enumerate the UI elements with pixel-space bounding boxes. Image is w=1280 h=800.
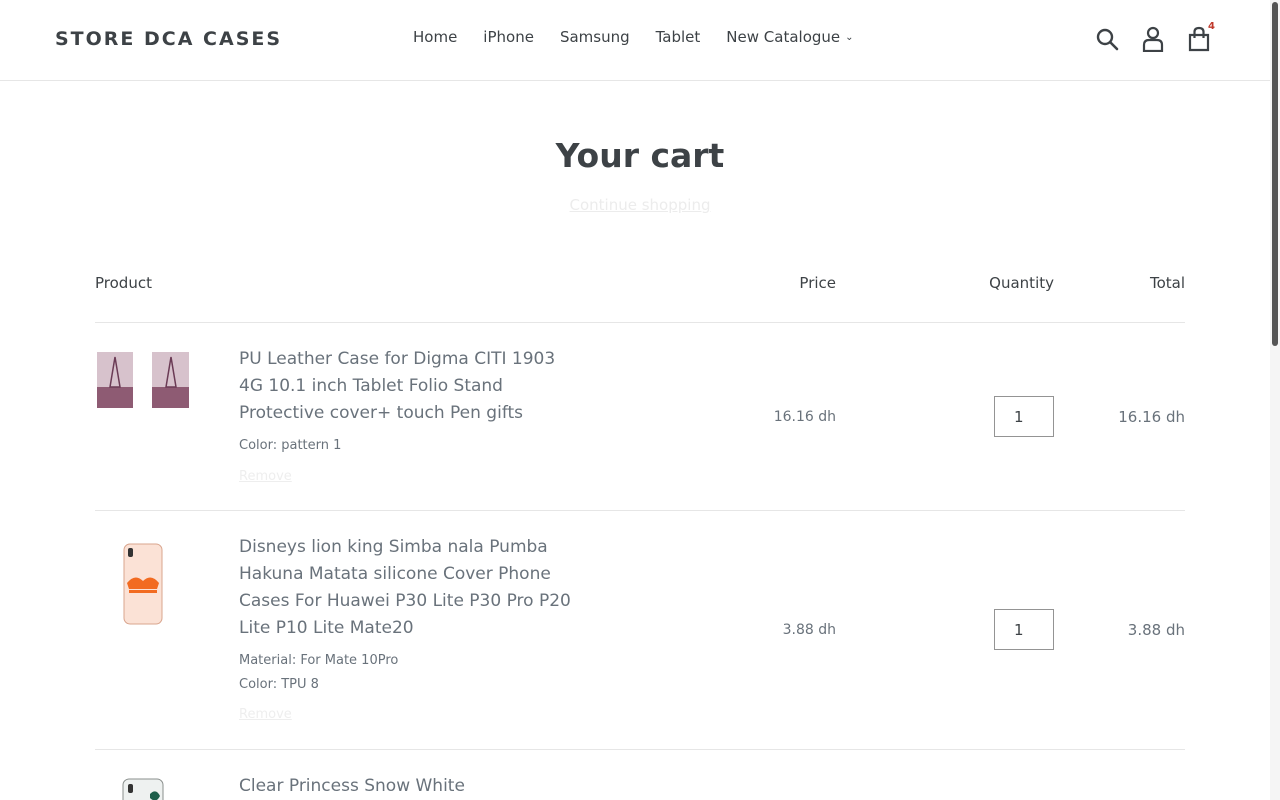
item-price: 16.16 dh (773, 409, 836, 425)
main-nav: Home iPhone Samsung Tablet New Catalogue… (400, 28, 867, 46)
search-icon[interactable] (1094, 24, 1120, 54)
remove-link[interactable]: Remove (239, 469, 292, 484)
vertical-scrollbar[interactable] (1270, 0, 1280, 800)
quantity-input[interactable] (994, 609, 1054, 650)
cart-row: PU Leather Case for Digma CITI 1903 4G 1… (95, 323, 1185, 511)
cart-row: Clear Princess Snow White (95, 750, 1185, 800)
account-icon[interactable] (1140, 24, 1166, 54)
cart-row: Disneys lion king Simba nala Pumba Hakun… (95, 511, 1185, 750)
product-title[interactable]: PU Leather Case for Digma CITI 1903 4G 1… (239, 346, 579, 427)
nav-tablet[interactable]: Tablet (643, 28, 714, 46)
cart-count-badge: 4 (1208, 21, 1215, 32)
product-image[interactable] (95, 778, 190, 800)
cart-icon[interactable]: 4 (1186, 21, 1215, 54)
header-total: Total (1149, 274, 1185, 292)
product-image[interactable] (95, 543, 190, 625)
product-option: Color: pattern 1 (239, 438, 342, 453)
header-icons: 4 (1094, 21, 1215, 54)
nav-iphone[interactable]: iPhone (470, 28, 547, 46)
quantity-input[interactable] (994, 396, 1054, 437)
product-option: Color: TPU 8 (239, 677, 319, 692)
nav-new-catalogue-label: New Catalogue (726, 28, 841, 46)
store-logo[interactable]: STORE DCA CASES (55, 28, 282, 50)
item-price: 3.88 dh (782, 622, 836, 638)
remove-link[interactable]: Remove (239, 707, 292, 722)
header-product: Product (95, 274, 152, 292)
product-title[interactable]: Disneys lion king Simba nala Pumba Hakun… (239, 534, 579, 642)
product-option: Material: For Mate 10Pro (239, 653, 399, 668)
product-image[interactable] (95, 351, 190, 409)
page-title: Your cart (555, 136, 725, 175)
site-header: STORE DCA CASES Home iPhone Samsung Tabl… (0, 0, 1270, 81)
nav-samsung[interactable]: Samsung (547, 28, 643, 46)
item-total: 3.88 dh (1127, 621, 1185, 639)
nav-home[interactable]: Home (400, 28, 470, 46)
nav-new-catalogue[interactable]: New Catalogue ⌄ (713, 28, 866, 46)
header-quantity: Quantity (989, 274, 1054, 292)
item-total: 16.16 dh (1118, 408, 1185, 426)
header-price: Price (799, 274, 836, 292)
cart-table-header: Product Price Quantity Total (95, 272, 1185, 323)
chevron-down-icon: ⌄ (845, 32, 854, 43)
continue-shopping-link[interactable]: Continue shopping (0, 196, 1280, 214)
product-title[interactable]: Clear Princess Snow White (239, 773, 579, 800)
